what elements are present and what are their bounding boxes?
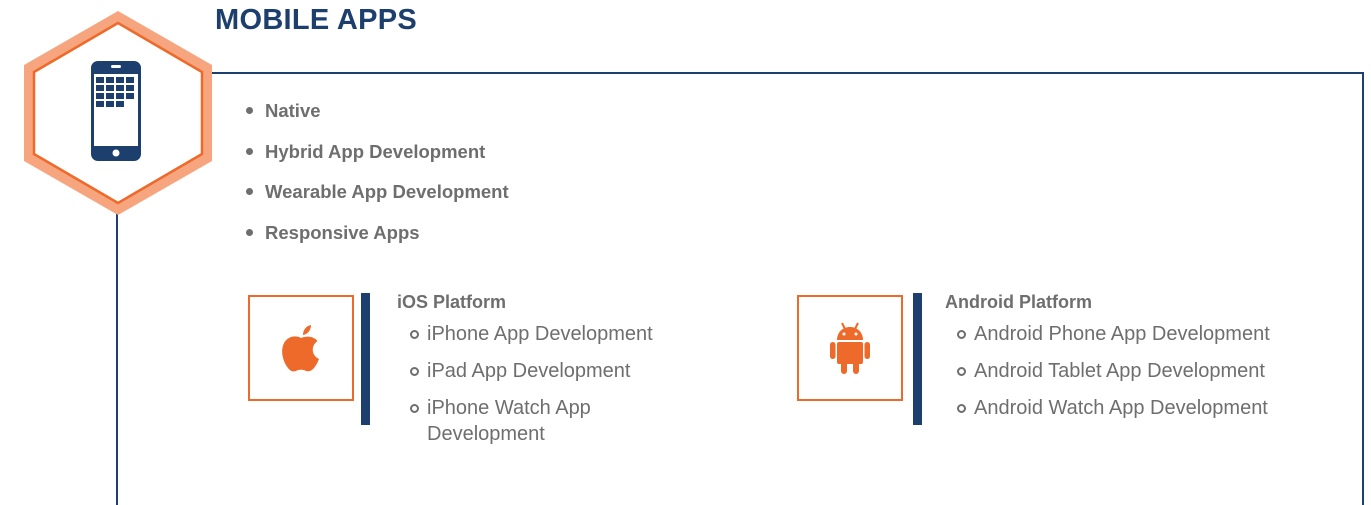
ios-icon-box — [248, 295, 354, 401]
android-list: Android Phone App Development Android Ta… — [957, 321, 1357, 432]
ios-list: iPhone App Development iPad App Developm… — [410, 321, 710, 458]
list-item: Android Watch App Development — [957, 395, 1357, 421]
frame-right-border — [1362, 72, 1364, 505]
list-item: iPhone App Development — [410, 321, 710, 347]
android-platform-title: Android Platform — [945, 292, 1092, 312]
apple-icon — [282, 325, 319, 372]
feature-list: Native Hybrid App Development Wearable A… — [245, 100, 509, 262]
list-item: Android Tablet App Development — [957, 358, 1357, 384]
list-item: iPad App Development — [410, 358, 710, 384]
mobile-phone-icon — [91, 61, 141, 161]
list-item: Wearable App Development — [245, 181, 509, 222]
android-icon-box — [797, 295, 903, 401]
frame-left-border — [116, 200, 118, 505]
frame-top-border — [190, 72, 1364, 74]
android-accent-bar — [913, 293, 922, 425]
ios-platform-title: iOS Platform — [397, 292, 507, 312]
ios-accent-bar — [361, 293, 370, 425]
list-item: iPhone Watch App Development — [410, 395, 647, 447]
list-item: Native — [245, 100, 509, 141]
section-hexagon-badge — [18, 8, 218, 218]
section-title: MOBILE APPS — [215, 4, 418, 36]
list-item: Hybrid App Development — [245, 141, 509, 182]
list-item: Android Phone App Development — [957, 321, 1357, 347]
list-item: Responsive Apps — [245, 222, 509, 263]
android-icon — [830, 322, 870, 374]
